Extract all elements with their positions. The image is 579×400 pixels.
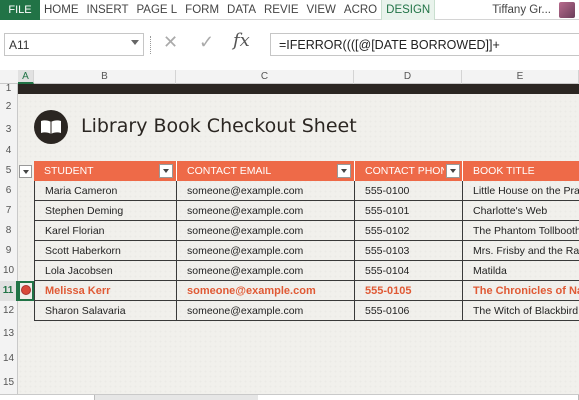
user-avatar[interactable] (559, 1, 575, 18)
phone-cell[interactable]: 555-0102 (354, 221, 462, 241)
book-title-cell[interactable]: Matilda (462, 261, 579, 281)
table-row: Scott Haberkorn someone@example.com 555-01… (34, 241, 579, 261)
sheet-title: Library Book Checkout Sheet (81, 115, 357, 137)
column-header-e[interactable]: E (462, 70, 579, 84)
book-title-cell[interactable]: Mrs. Frisby and the Rats (462, 241, 579, 261)
enter-icon[interactable]: ✓ (199, 32, 214, 53)
user-account[interactable]: Tiffany Gr... (492, 1, 579, 18)
horizontal-scrollbar[interactable] (258, 395, 579, 400)
name-box-value: A11 (9, 37, 30, 52)
phone-cell[interactable]: 555-0100 (354, 181, 462, 201)
row-header-1[interactable]: 1 (0, 84, 18, 94)
row-header-6[interactable]: 6 (0, 181, 18, 201)
column-header-c[interactable]: C (176, 70, 354, 84)
row-header-15[interactable]: 15 (0, 371, 18, 394)
formula-bar-separator (150, 36, 152, 54)
tab-data[interactable]: DATA (223, 0, 260, 20)
tab-view[interactable]: VIEW (303, 0, 340, 20)
student-cell[interactable]: Sharon Salavaria (34, 301, 176, 321)
cancel-icon[interactable]: ✕ (163, 32, 178, 53)
email-cell[interactable]: someone@example.com (176, 221, 354, 241)
row-header-8[interactable]: 8 (0, 221, 18, 241)
tab-file[interactable]: FILE (0, 0, 40, 20)
tab-insert[interactable]: INSERT (83, 0, 133, 20)
row-filter-dropdown[interactable] (19, 165, 32, 178)
table-row: Lola Jacobsen someone@example.com 555-0104… (34, 261, 579, 281)
table-row: Maria Cameron someone@example.com 555-0100… (34, 181, 579, 201)
book-icon (34, 110, 68, 144)
phone-cell[interactable]: 555-0101 (354, 201, 462, 221)
open-book-icon (41, 120, 61, 134)
sheet-tab[interactable] (0, 395, 95, 400)
email-cell[interactable]: someone@example.com (176, 301, 354, 321)
header-contact-email: CONTACT EMAIL (176, 161, 354, 181)
row-header-10[interactable]: 10 (0, 261, 18, 281)
overdue-indicator-icon (21, 285, 31, 295)
row-header-14[interactable]: 14 (0, 346, 18, 371)
row-header-13[interactable]: 13 (0, 321, 18, 346)
book-title-cell[interactable]: Charlotte's Web (462, 201, 579, 221)
student-cell[interactable]: Melissa Kerr (34, 281, 176, 301)
formula-input[interactable]: =IFERROR((([@[DATE BORROWED]]+ (270, 33, 579, 56)
row-header-2[interactable]: 2 (0, 94, 18, 119)
book-title-cell[interactable]: Little House on the Prairie (462, 181, 579, 201)
student-cell[interactable]: Maria Cameron (34, 181, 176, 201)
book-title-cell[interactable]: The Witch of Blackbird Pond (462, 301, 579, 321)
tab-acrobat[interactable]: ACRO (340, 0, 381, 20)
row-header-3[interactable]: 3 (0, 119, 18, 141)
column-header-a[interactable]: A (18, 70, 34, 84)
formula-bar: A11 ✕ ✓ fx =IFERROR((([@[DATE BORROWED]]… (0, 20, 579, 70)
book-title-cell[interactable]: The Chronicles of Narnia (462, 281, 579, 301)
email-cell[interactable]: someone@example.com (176, 281, 354, 301)
header-contact-phone: CONTACT PHONE (354, 161, 444, 181)
filter-dropdown-student[interactable] (159, 164, 173, 178)
tab-formulas[interactable]: FORM (181, 0, 223, 20)
student-cell[interactable]: Lola Jacobsen (34, 261, 176, 281)
email-cell[interactable]: someone@example.com (176, 261, 354, 281)
tab-review[interactable]: REVIE (260, 0, 303, 20)
filter-dropdown-phone[interactable] (446, 164, 460, 178)
email-cell[interactable]: someone@example.com (176, 181, 354, 201)
tab-home[interactable]: HOME (40, 0, 83, 20)
table-row: Karel Florian someone@example.com 555-0102… (34, 221, 579, 241)
row-header-4[interactable]: 4 (0, 141, 18, 161)
row-header-7[interactable]: 7 (0, 201, 18, 221)
ribbon-tabs: FILE HOME INSERT PAGE L FORM DATA REVIE … (0, 0, 579, 20)
phone-cell[interactable]: 555-0103 (354, 241, 462, 261)
name-box[interactable]: A11 (4, 33, 144, 56)
row-header-12[interactable]: 12 (0, 301, 18, 321)
row-header-9[interactable]: 9 (0, 241, 18, 261)
column-header-d[interactable]: D (354, 70, 462, 84)
table-row: Sharon Salavaria someone@example.com 555-0… (34, 301, 579, 321)
user-name: Tiffany Gr... (492, 3, 551, 16)
header-book-title: BOOK TITLE (462, 161, 579, 181)
chevron-down-icon[interactable] (131, 40, 139, 45)
row-header-5[interactable]: 5 (0, 161, 18, 181)
phone-cell[interactable]: 555-0104 (354, 261, 462, 281)
row-header-11[interactable]: 11 (0, 281, 18, 301)
student-cell[interactable]: Scott Haberkorn (34, 241, 176, 261)
column-header-b[interactable]: B (34, 70, 176, 84)
email-cell[interactable]: someone@example.com (176, 241, 354, 261)
student-cell[interactable]: Karel Florian (34, 221, 176, 241)
book-title-cell[interactable]: The Phantom Tollbooth (462, 221, 579, 241)
tab-design[interactable]: DESIGN (381, 0, 436, 20)
sheet-tab-bar (0, 394, 579, 400)
student-cell[interactable]: Stephen Deming (34, 201, 176, 221)
table-header-row: STUDENT CONTACT EMAIL CONTACT PHONE BOOK… (34, 161, 579, 181)
email-cell[interactable]: someone@example.com (176, 201, 354, 221)
phone-cell[interactable]: 555-0105 (354, 281, 462, 301)
table-row: Stephen Deming someone@example.com 555-010… (34, 201, 579, 221)
insert-function-icon[interactable]: fx (233, 30, 250, 51)
table-row: Melissa Kerr someone@example.com 555-0105 T… (34, 281, 579, 301)
phone-cell[interactable]: 555-0106 (354, 301, 462, 321)
header-student: STUDENT (44, 165, 94, 177)
top-accent-band (18, 84, 579, 94)
filter-dropdown-email[interactable] (337, 164, 351, 178)
tab-page-layout[interactable]: PAGE L (132, 0, 181, 20)
column-headers: A B C D E (0, 70, 579, 84)
